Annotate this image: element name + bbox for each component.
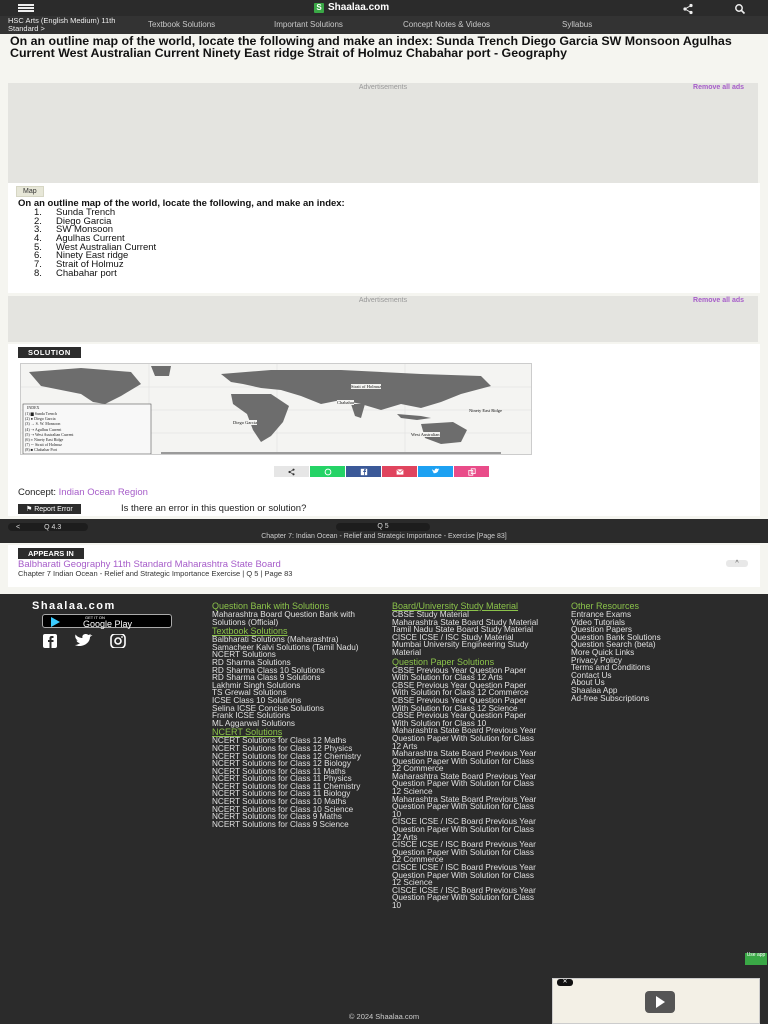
world-map-svg [21,364,531,454]
world-map-image: INDEX (1) ▆ Sunda Trench (2) ● Diego Gar… [20,363,532,455]
logo-text: Shaalaa.com [328,2,390,13]
close-icon[interactable]: ✕ [557,979,573,986]
site-logo[interactable]: S Shaalaa.com [314,2,389,13]
remove-ads-link[interactable]: Remove all ads [693,84,744,91]
whatsapp-icon[interactable] [310,466,345,477]
list-item: 8. Chabahar port [34,267,156,279]
map-label-strait: Strait of Holmuz [351,384,382,389]
question-tag[interactable]: Map [16,186,44,197]
remove-ads-link[interactable]: Remove all ads [693,297,744,304]
concept-row: Concept: Indian Ocean Region [18,487,148,498]
page-title: On an outline map of the world, locate t… [10,34,732,60]
footer-link[interactable]: CBSE Previous Year Question Paper With S… [392,681,542,697]
footer-column-study-material: Board/University Study Material CBSE Stu… [392,602,542,910]
twitter-icon[interactable] [74,633,94,653]
report-error-button[interactable]: ⚑ Report Error [18,504,81,514]
chapter-title[interactable]: Chapter 7: Indian Ocean - Relief and Str… [0,533,768,540]
facebook-icon[interactable] [42,634,58,653]
footer-link[interactable]: CISCE ICSE / ISC Board Previous Year Que… [392,863,542,887]
logo-badge: S [314,2,324,13]
nav-bar: HSC Arts (English Medium) 11th Standard … [0,16,768,34]
footer-column-resources: Question Bank with Solutions Maharashtra… [212,602,372,829]
copy-link-icon[interactable] [454,466,489,477]
video-ad[interactable]: ✕ [552,978,760,1024]
chapter-navigation: < Q 4.3 Q 5 Chapter 7: Indian Ocean - Re… [0,519,768,543]
share-bar [274,466,489,477]
map-label-west-australian: West Australian [411,432,440,437]
footer-link[interactable]: Maharashtra State Board Previous Year Qu… [392,727,542,750]
map-index-list: (1) ▆ Sunda Trench (2) ● Diego Garcia (3… [25,411,74,453]
footer-heading: Other Resources [571,601,640,611]
footer-link[interactable]: Maharashtra Board Question Bank with Sol… [212,610,372,626]
instagram-icon[interactable] [110,633,126,653]
nav-concept-notes[interactable]: Concept Notes & Videos [403,20,490,29]
concept-link[interactable]: Indian Ocean Region [59,487,148,498]
footer-heading[interactable]: Question Paper Solutions [392,657,542,666]
appears-in-badge: APPEARS IN [18,548,84,559]
footer-link[interactable]: NCERT Solutions for Class 9 Science [212,820,372,829]
play-icon[interactable] [645,991,675,1013]
footer-link[interactable]: CBSE Previous Year Question Paper With S… [392,666,542,682]
report-error-question: Is there an error in this question or so… [121,503,307,514]
footer-link[interactable]: CBSE Previous Year Question Paper With S… [392,711,542,727]
nav-syllabus[interactable]: Syllabus [562,20,592,29]
nav-textbook-solutions[interactable]: Textbook Solutions [148,20,215,29]
appears-in-subtitle: Chapter 7 Indian Ocean - Relief and Stra… [18,569,293,578]
footer-column-other: Other Resources Entrance Exams Video Tut… [571,602,741,702]
google-play-button[interactable]: GET IT ON Google Play [42,614,172,629]
solution-badge: SOLUTION [18,347,81,358]
footer: Shaalaa.com GET IT ON Google Play Questi… [0,594,768,1024]
list-item-number: 8. [34,267,42,279]
ad-label: Advertisements [358,297,408,304]
map-label-diego-garcia: Diego Garcia [233,420,258,425]
footer-link[interactable]: CISCE ICSE / ISC Board Previous Year Que… [392,886,542,910]
footer-heading[interactable]: Textbook Solutions [212,627,372,636]
footer-link[interactable]: Ad-free Subscriptions [571,694,741,703]
chevron-left-icon: < [16,523,21,531]
facebook-icon[interactable] [346,466,381,477]
footer-link[interactable]: Maharashtra State Board Previous Year Qu… [392,772,542,796]
map-label-index: INDEX [27,405,40,410]
map-index-num: (8) [25,447,30,453]
hamburger-menu-icon[interactable] [18,4,34,12]
use-app-button[interactable]: Use app [745,952,767,965]
twitter-icon[interactable] [418,466,453,477]
footer-link[interactable]: ML Aggarwal Solutions [212,719,372,728]
prev-question-label: Q 4.3 [44,523,62,531]
google-play-text: Google Play [83,619,133,629]
question-list: 1. Sunda Trench 2. Diego Garcia 3. SW Monso… [34,208,156,279]
top-bar: S Shaalaa.com [0,0,768,16]
breadcrumb[interactable]: HSC Arts (English Medium) 11th Standard … [8,17,138,33]
map-index-item: (8) ■ Chabahar Port [25,447,58,453]
advertisement-box: Advertisements Remove all ads [8,296,758,342]
chevron-up-icon[interactable]: ^ [726,560,748,567]
prev-question-button[interactable]: < Q 4.3 [8,523,88,531]
footer-heading[interactable]: NCERT Solutions [212,728,372,737]
map-label-ninety-east: Ninety East Ridge [469,408,502,413]
google-play-icon [51,617,60,627]
breadcrumb-label: HSC Arts (English Medium) 11th Standard [8,16,116,33]
footer-link[interactable]: CISCE ICSE / ISC Board Previous Year Que… [392,841,542,864]
footer-link[interactable]: CISCE ICSE / ISC Board Previous Year Que… [392,818,542,841]
footer-link[interactable]: CBSE Previous Year Question Paper With S… [392,696,542,712]
share-icon[interactable] [274,466,309,477]
next-question-button[interactable]: Q 5 [336,523,430,531]
map-index-label: Chabahar Port [34,447,58,453]
footer-link[interactable]: Maharashtra State Board Previous Year Qu… [392,750,542,773]
advertisement-box: Advertisements Remove all ads [8,83,758,183]
ad-label: Advertisements [358,84,408,91]
social-links [42,633,126,653]
footer-heading[interactable]: Question Bank with Solutions [212,602,372,611]
footer-brand[interactable]: Shaalaa.com [32,600,116,612]
footer-heading[interactable]: Board/University Study Material [392,602,542,611]
concept-label: Concept: [18,487,57,498]
breadcrumb-arrow-icon: > [40,24,45,33]
email-icon[interactable] [382,466,417,477]
map-label-chabahar: Chabahar [337,400,355,405]
footer-link[interactable]: Maharashtra State Board Previous Year Qu… [392,795,542,819]
list-item-label: Chabahar port [56,267,117,279]
footer-link[interactable]: Mumbai University Engineering Study Mate… [392,641,542,657]
nav-important-solutions[interactable]: Important Solutions [274,20,343,29]
